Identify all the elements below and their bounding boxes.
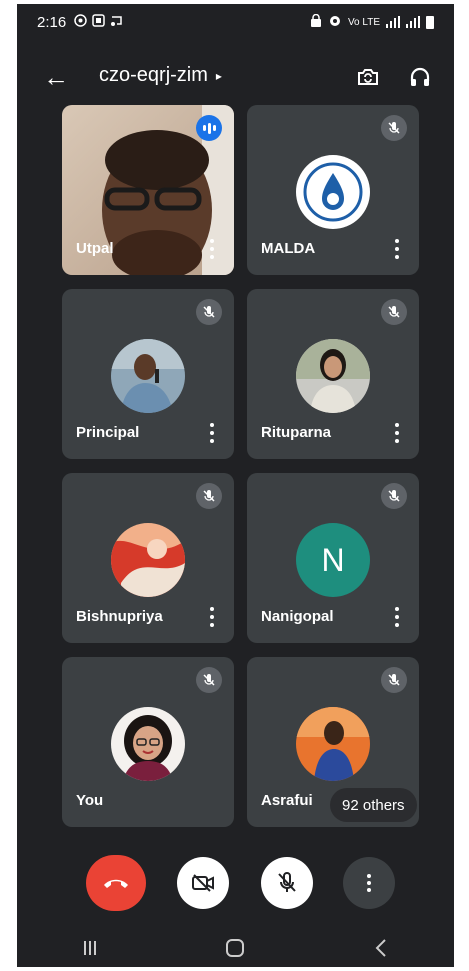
battery-icon (426, 15, 434, 29)
avatar (296, 707, 370, 781)
whatsapp-icon (74, 13, 87, 31)
more-options-button[interactable] (343, 857, 395, 909)
organization-logo (303, 162, 363, 222)
participant-tile-nanigopal[interactable]: N Nanigopal (247, 473, 419, 643)
mic-off-icon (381, 667, 407, 693)
recent-apps-button[interactable] (60, 933, 120, 963)
more-vert-icon (367, 874, 371, 878)
profile-photo (111, 339, 185, 413)
participant-tile-principal[interactable]: Principal (62, 289, 234, 459)
more-vert-icon[interactable] (393, 423, 401, 443)
camera-off-icon (192, 874, 214, 892)
gallery-icon (92, 13, 105, 31)
notification-icons (74, 13, 124, 31)
chevron-right-icon: ▸ (215, 68, 222, 83)
participant-name: You (76, 792, 104, 809)
meeting-header: ← czo-eqrj-zim ▸ (17, 52, 454, 102)
camera-toggle-button[interactable] (177, 857, 229, 909)
mic-off-icon (381, 483, 407, 509)
profile-photo (296, 707, 370, 781)
hangup-icon (104, 879, 128, 888)
hangup-button[interactable] (86, 855, 146, 911)
headphones-icon (410, 67, 430, 86)
mic-toggle-button[interactable] (261, 857, 313, 909)
participant-name: Rituparna (261, 424, 332, 441)
participant-tile-utpal[interactable]: Utpal (62, 105, 234, 275)
participant-tile-bishnupriya[interactable]: Bishnupriya (62, 473, 234, 643)
back-nav-button[interactable] (351, 933, 411, 963)
profile-photo (111, 707, 185, 781)
participant-tile-malda[interactable]: MALDA (247, 105, 419, 275)
network-label: Vo LTE (347, 16, 380, 28)
lock-icon (310, 13, 322, 30)
status-time: 2:16 (37, 13, 67, 31)
mic-off-icon (381, 115, 407, 141)
switch-camera-icon (358, 69, 378, 85)
system-icons: Vo LTE (310, 13, 434, 30)
more-vert-icon[interactable] (393, 239, 401, 259)
audio-output-button[interactable] (405, 62, 435, 92)
participant-name: Nanigopal (261, 608, 334, 625)
avatar (111, 339, 185, 413)
signal-icon (386, 16, 400, 28)
participant-name: Asrafui (261, 792, 313, 809)
speaking-indicator-icon (196, 115, 222, 141)
mic-off-icon (196, 483, 222, 509)
phone-screen: 2:16 Vo LTE ← czo-eqrj-zim ▸ Utpal MALDA… (17, 4, 454, 967)
participant-tile-rituparna[interactable]: Rituparna (247, 289, 419, 459)
mic-off-icon (278, 872, 296, 892)
home-icon (226, 938, 245, 957)
participant-name: Utpal (76, 240, 114, 257)
mic-off-icon (196, 667, 222, 693)
more-vert-icon[interactable] (208, 423, 216, 443)
alarm-icon (328, 14, 342, 30)
participant-name: Principal (76, 424, 140, 441)
signal-2-icon (406, 16, 420, 28)
others-badge[interactable]: 92 others (330, 788, 417, 822)
more-vert-icon[interactable] (208, 239, 216, 259)
avatar (111, 707, 185, 781)
recents-icon (83, 940, 96, 955)
avatar (111, 523, 185, 597)
profile-photo (111, 523, 185, 597)
participant-tile-you[interactable]: You (62, 657, 234, 827)
participant-name: Bishnupriya (76, 608, 163, 625)
more-vert-icon[interactable] (208, 607, 216, 627)
system-nav-bar (17, 928, 454, 967)
switch-camera-button[interactable] (353, 62, 383, 92)
meeting-code: czo-eqrj-zim (99, 64, 208, 86)
back-button[interactable]: ← (41, 62, 71, 92)
more-vert-icon[interactable] (393, 607, 401, 627)
profile-photo (296, 339, 370, 413)
participant-name: MALDA (261, 240, 316, 257)
avatar: N (296, 523, 370, 597)
mic-off-icon (381, 299, 407, 325)
avatar (296, 339, 370, 413)
avatar (296, 155, 370, 229)
home-button[interactable] (205, 933, 265, 963)
cast-icon (110, 14, 124, 31)
status-bar: 2:16 Vo LTE (17, 4, 454, 40)
mic-off-icon (196, 299, 222, 325)
back-icon (375, 938, 386, 957)
meeting-title[interactable]: czo-eqrj-zim ▸ (99, 64, 222, 87)
